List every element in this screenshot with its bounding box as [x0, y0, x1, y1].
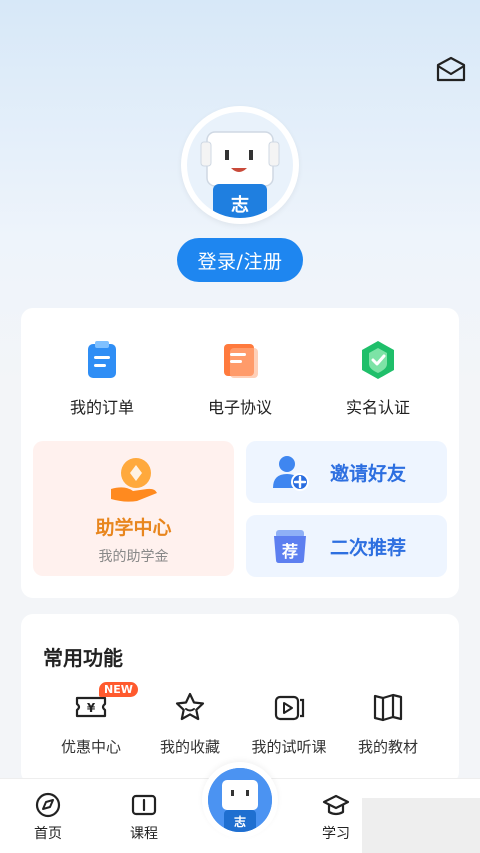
scholarship-icon: [110, 458, 157, 502]
real-name-verify-button[interactable]: 实名认证: [305, 338, 451, 418]
new-badge: NEW: [99, 682, 138, 697]
trial-class-icon: [274, 695, 305, 721]
my-trial-class-button[interactable]: 我的试听课: [239, 690, 339, 757]
my-favorites-button[interactable]: 我的收藏: [140, 690, 240, 757]
svg-text:¥: ¥: [87, 701, 96, 715]
watermark-overlay: [362, 798, 480, 853]
study-icon: [322, 794, 350, 816]
my-orders-button[interactable]: 我的订单: [29, 338, 175, 418]
second-recommend-button[interactable]: 荐 二次推荐: [246, 515, 447, 577]
tab-study[interactable]: 学习: [301, 791, 371, 843]
my-textbooks-button[interactable]: 我的教材: [338, 690, 438, 757]
login-register-label: 登录/注册: [197, 250, 283, 273]
scholarship-center-title: 助学中心: [95, 517, 172, 539]
course-icon: [131, 794, 157, 816]
login-register-button[interactable]: 登录/注册: [177, 238, 303, 282]
common-functions-card: 常用功能 ¥ NEW 优惠中心 我的收藏 我的试听课 我的教材: [21, 614, 459, 784]
scholarship-center-subtitle: 我的助学金: [98, 549, 169, 565]
real-name-verify-label: 实名认证: [345, 398, 410, 417]
mail-button[interactable]: [434, 55, 468, 85]
tab-course[interactable]: 课程: [109, 791, 179, 843]
common-functions-title: 常用功能: [43, 646, 123, 670]
verify-icon: [362, 341, 394, 379]
services-card: 我的订单 电子协议 实名认证 助学中心 我的助学金 邀请好友 荐 二次推荐: [21, 308, 459, 598]
favorite-icon: [175, 692, 205, 721]
textbook-icon: [373, 693, 403, 722]
my-favorites-label: 我的收藏: [159, 738, 220, 756]
tab-home-label: 首页: [34, 826, 62, 842]
svg-text:志: 志: [231, 194, 249, 216]
svg-text:荐: 荐: [281, 542, 298, 561]
invite-friends-label: 邀请好友: [330, 462, 407, 485]
mascot-icon: 志: [187, 112, 293, 218]
agreement-icon: [224, 344, 258, 378]
tab-home[interactable]: 首页: [13, 791, 83, 843]
mascot-icon: 志: [208, 768, 272, 832]
my-textbooks-label: 我的教材: [357, 738, 418, 756]
my-orders-label: 我的订单: [69, 398, 134, 417]
recommend-icon: 荐: [274, 530, 306, 563]
e-agreement-label: 电子协议: [207, 398, 272, 417]
tab-course-label: 课程: [130, 826, 158, 842]
invite-friends-button[interactable]: 邀请好友: [246, 441, 447, 503]
tab-study-label: 学习: [322, 826, 350, 842]
order-icon: [88, 341, 116, 378]
svg-text:志: 志: [234, 814, 246, 829]
coupon-center-label: 优惠中心: [60, 738, 121, 756]
mail-icon: [436, 56, 466, 82]
e-agreement-button[interactable]: 电子协议: [167, 338, 313, 418]
coupon-center-button[interactable]: ¥ NEW 优惠中心: [41, 682, 141, 757]
home-icon: [35, 792, 61, 818]
second-recommend-label: 二次推荐: [330, 536, 407, 559]
avatar[interactable]: 志: [181, 106, 299, 224]
invite-friend-icon: [273, 456, 309, 491]
tab-center-mascot[interactable]: 志: [202, 762, 278, 838]
scholarship-center-button[interactable]: 助学中心 我的助学金: [33, 441, 234, 576]
my-trial-class-label: 我的试听课: [251, 738, 327, 756]
